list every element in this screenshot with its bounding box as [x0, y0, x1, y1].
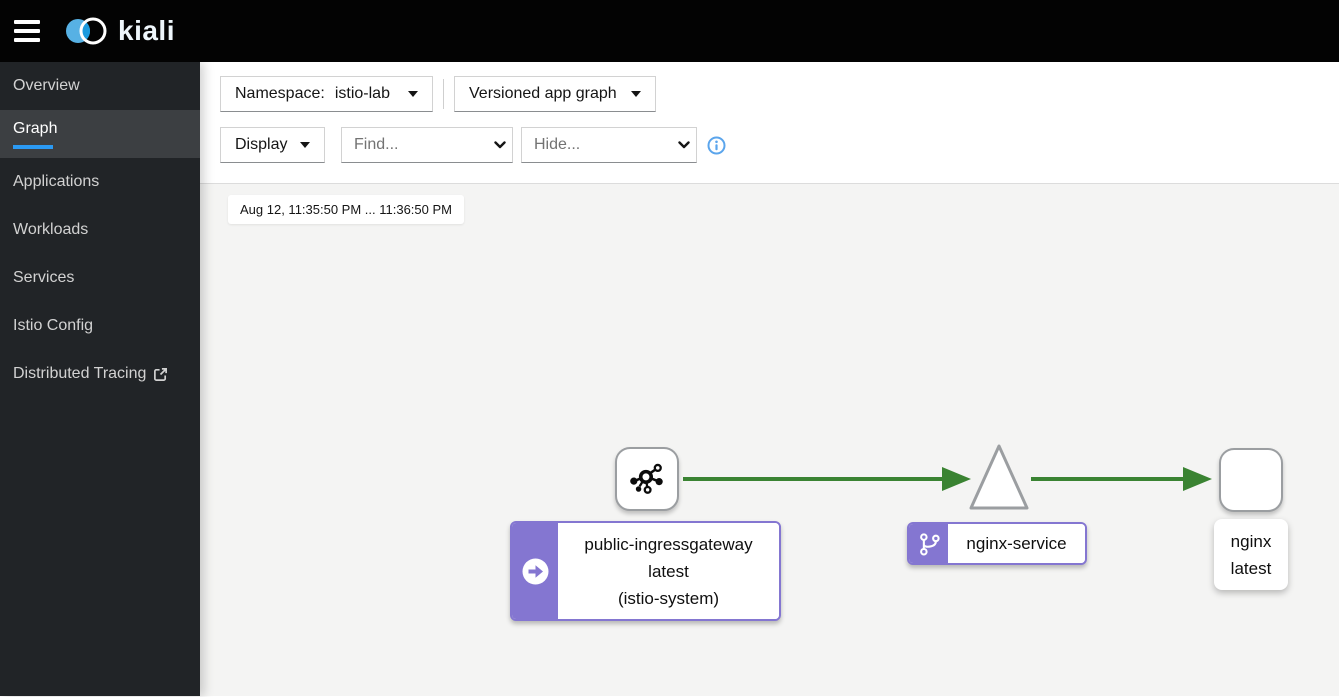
namespace-value: istio-lab: [334, 85, 390, 102]
caret-down-icon: [300, 142, 310, 148]
mesh-root-icon: [630, 463, 663, 494]
sidebar-item-workloads[interactable]: Workloads: [0, 206, 200, 254]
namespace-label: Namespace:: [235, 85, 325, 102]
info-circle-icon: [707, 136, 726, 154]
sidebar-item-graph[interactable]: Graph: [0, 110, 200, 158]
hide-field: [521, 127, 697, 163]
node-label-nginx[interactable]: nginx latest: [1214, 519, 1288, 590]
display-label: Display: [235, 136, 288, 153]
graph-type-value: Versioned app graph: [469, 85, 617, 102]
code-branch-icon: [919, 532, 940, 555]
sidebar-nav: Overview Graph Applications Workloads Se…: [0, 62, 200, 696]
sidebar-item-label: Services: [13, 269, 75, 286]
sidebar-item-label: Overview: [13, 77, 80, 94]
node-namespace: (istio-system): [617, 588, 720, 608]
edge-arrowhead-icon: [942, 467, 971, 491]
node-name: nginx-service: [966, 534, 1067, 553]
main-content: Namespace: istio-lab Versioned app graph…: [200, 62, 1339, 696]
node-public-ingressgateway[interactable]: [615, 447, 679, 511]
sidebar-item-label: Graph: [13, 119, 58, 137]
node-version: latest: [1230, 558, 1272, 578]
sidebar-item-label: Istio Config: [13, 317, 94, 334]
graph-toolbar-primary: Namespace: istio-lab Versioned app graph: [220, 76, 656, 112]
sidebar-item-label: Applications: [13, 173, 100, 190]
find-input[interactable]: [354, 136, 490, 154]
caret-down-icon: [408, 91, 418, 97]
external-link-icon: [154, 367, 168, 381]
sidebar-item-istio-config[interactable]: Istio Config: [0, 302, 200, 350]
brand-title: kiali: [118, 15, 175, 46]
sidebar-item-applications[interactable]: Applications: [0, 158, 200, 206]
active-indicator: [13, 144, 53, 149]
node-label-text: public-ingressgateway latest (istio-syst…: [558, 523, 779, 619]
node-name: nginx: [1230, 531, 1272, 551]
service-triangle-node[interactable]: [969, 444, 1029, 510]
sidebar-item-label: Distributed Tracing: [13, 365, 147, 382]
find-field: [341, 127, 513, 163]
hide-input[interactable]: [534, 136, 674, 154]
virtual-service-badge: [909, 524, 948, 563]
sidebar-item-distributed-tracing[interactable]: Distributed Tracing: [0, 350, 200, 398]
kiali-logo-icon: [66, 17, 107, 45]
graph-help-button[interactable]: [707, 136, 726, 155]
node-nginx[interactable]: [1219, 448, 1283, 512]
root-badge: [512, 523, 558, 619]
graph-type-dropdown[interactable]: Versioned app graph: [454, 76, 656, 112]
masthead: kiali: [0, 0, 1339, 62]
sidebar-item-label: Workloads: [13, 221, 89, 238]
hamburger-menu-icon[interactable]: [14, 20, 40, 42]
node-label-public-ingressgateway[interactable]: public-ingressgateway latest (istio-syst…: [510, 521, 781, 621]
chevron-down-icon[interactable]: [678, 141, 690, 149]
display-dropdown[interactable]: Display: [220, 127, 325, 163]
toolbar-divider: [443, 79, 444, 109]
caret-down-icon: [631, 91, 641, 97]
node-version: latest: [648, 561, 689, 581]
node-label-nginx-service[interactable]: nginx-service: [907, 522, 1087, 565]
graph-toolbar-secondary: Display: [220, 127, 726, 163]
namespace-dropdown[interactable]: Namespace: istio-lab: [220, 76, 433, 112]
node-name: public-ingressgateway: [584, 534, 753, 554]
kiali-brand[interactable]: kiali: [64, 14, 175, 48]
graph-canvas[interactable]: Aug 12, 11:35:50 PM ... 11:36:50 PM publ…: [200, 183, 1339, 696]
chevron-down-icon[interactable]: [494, 141, 506, 149]
arrow-circle-right-icon: [522, 558, 548, 584]
node-label-text: nginx-service: [948, 524, 1085, 563]
edge-arrowhead-icon: [1183, 467, 1212, 491]
sidebar-item-services[interactable]: Services: [0, 254, 200, 302]
sidebar-item-overview[interactable]: Overview: [0, 62, 200, 110]
